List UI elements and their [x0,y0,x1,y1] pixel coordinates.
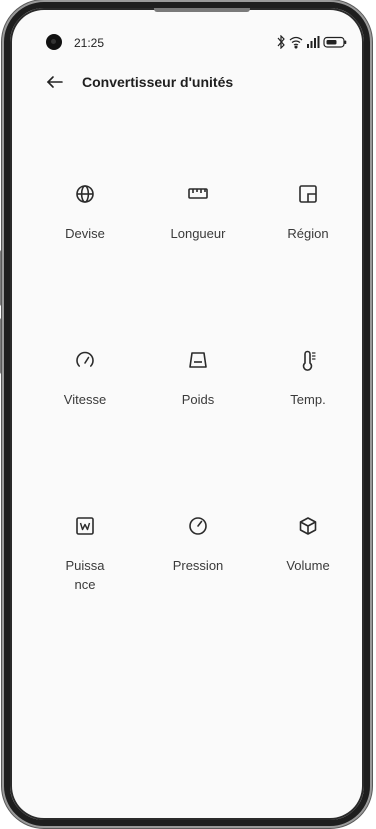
power-watt-icon [75,516,95,536]
status-bar: 21:25 [10,8,364,50]
page-title: Convertisseur d'unités [82,74,234,90]
weight-icon [188,350,208,370]
category-label: Pression [172,558,224,573]
front-camera [46,34,62,50]
phone-frame: 21:25 Convertisseur d'unités Devise Long… [4,2,370,826]
wifi-icon [289,36,303,49]
category-label: Longueur [170,226,226,241]
thermometer-icon [298,350,318,371]
cube-icon [298,516,318,536]
signal-icon [307,36,320,48]
speedometer-icon [75,350,95,370]
category-label: Devise [65,226,105,241]
category-label: Vitesse [63,392,107,407]
bluetooth-icon [277,34,285,50]
gauge-icon [188,516,208,536]
category-devise[interactable]: Devise [30,184,140,284]
category-region[interactable]: Région [253,184,363,284]
ruler-icon [188,184,208,204]
status-time: 21:25 [74,36,105,50]
category-label: Poids [181,392,215,407]
area-icon [298,184,318,204]
category-puissance[interactable]: Puissance [30,516,140,616]
category-temp[interactable]: Temp. [253,350,363,450]
category-poids[interactable]: Poids [143,350,253,450]
category-volume[interactable]: Volume [253,516,363,616]
status-icons [276,34,364,50]
category-label: Puissance [65,558,105,592]
globe-icon [75,184,95,204]
category-label: Région [287,226,329,241]
category-pression[interactable]: Pression [143,516,253,616]
back-arrow-icon[interactable] [44,71,66,93]
category-vitesse[interactable]: Vitesse [30,350,140,450]
category-longueur[interactable]: Longueur [143,184,253,284]
category-label: Volume [286,558,330,573]
category-label: Temp. [290,392,326,407]
battery-icon [323,36,347,48]
home-indicator[interactable] [144,820,252,824]
